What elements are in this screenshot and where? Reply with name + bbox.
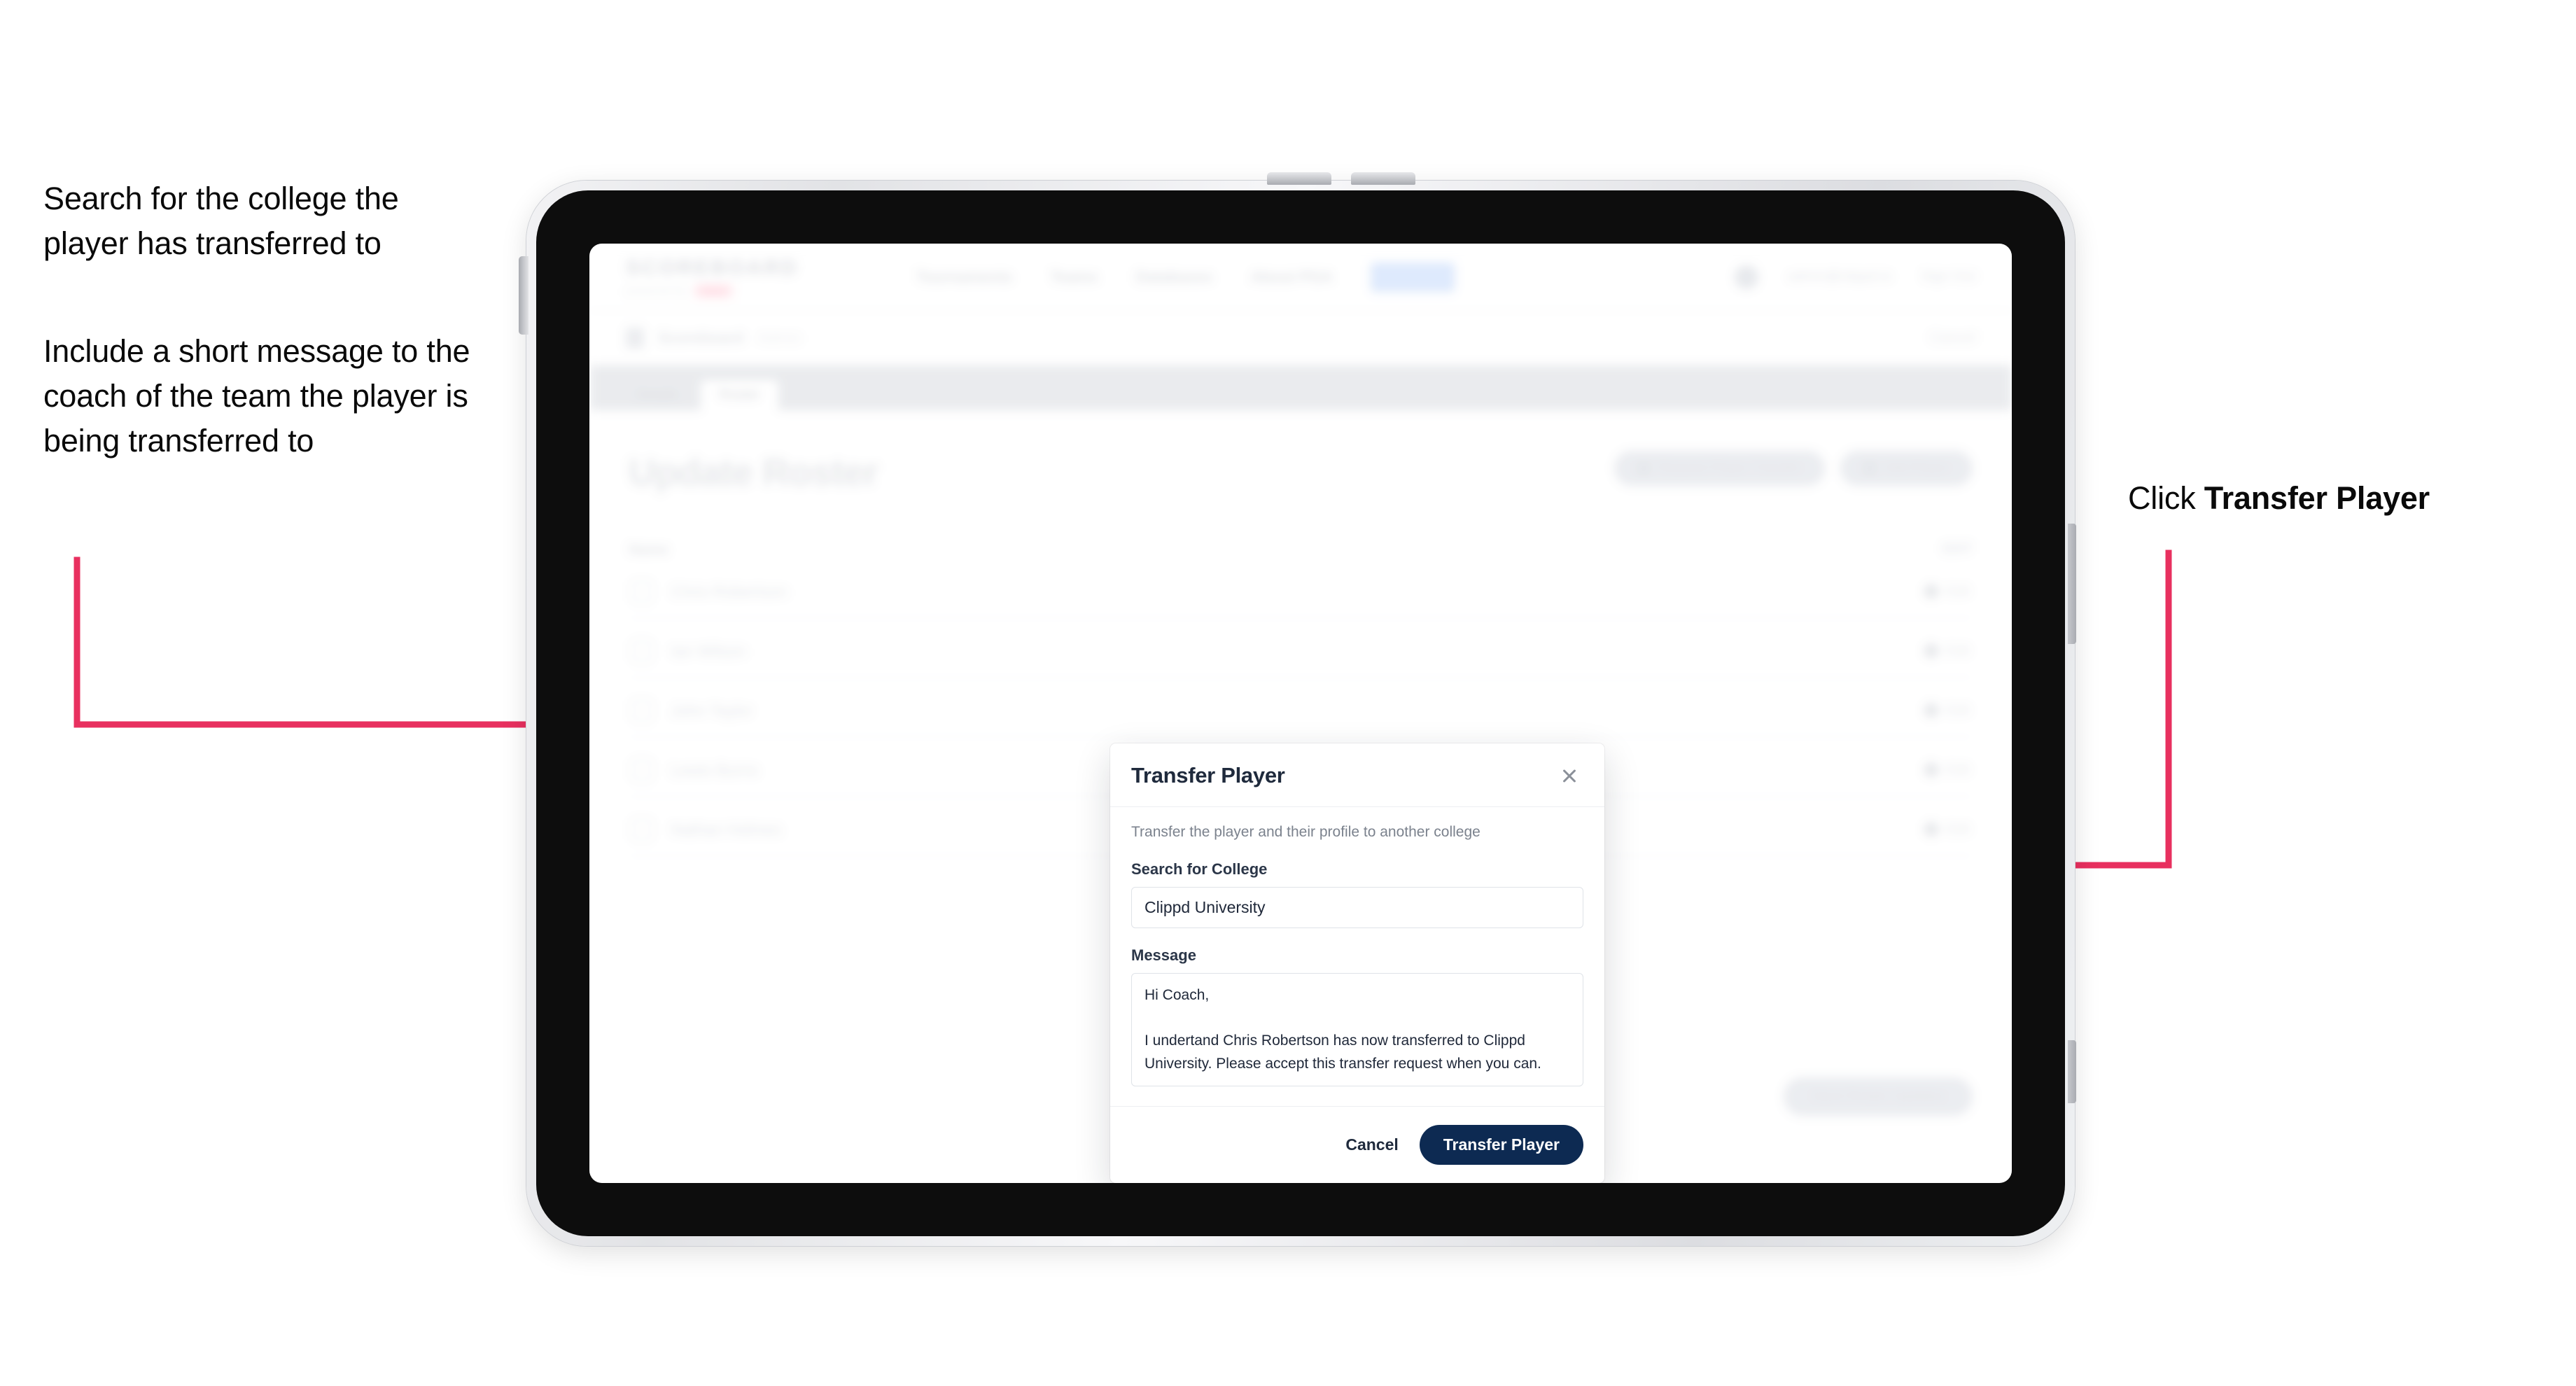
- college-field-label: Search for College: [1131, 860, 1268, 878]
- dialog-title: Transfer Player: [1131, 763, 1285, 788]
- dialog-subtitle: Transfer the player and their profile to…: [1131, 824, 1480, 840]
- dialog-footer: Cancel Transfer Player: [1110, 1106, 1604, 1183]
- tablet-bezel: SCOREBOARD powered by clippd Tournaments…: [536, 190, 2065, 1236]
- transfer-player-button[interactable]: Transfer Player: [1419, 1125, 1583, 1166]
- transfer-player-dialog: Transfer Player Transfer the player and …: [1110, 743, 1604, 1183]
- tablet-screen: SCOREBOARD powered by clippd Tournaments…: [589, 244, 2012, 1183]
- dialog-header: Transfer Player: [1110, 743, 1604, 807]
- screenshot-stage: Search for the college the player has tr…: [0, 0, 2576, 1386]
- message-field-label: Message: [1131, 946, 1196, 964]
- tablet-device-frame: SCOREBOARD powered by clippd Tournaments…: [519, 172, 2076, 1246]
- dialog-body: Transfer the player and their profile to…: [1110, 807, 1604, 1106]
- side-button-lower[interactable]: [2068, 1040, 2076, 1103]
- search-college-input[interactable]: [1131, 887, 1583, 928]
- power-button[interactable]: [519, 256, 528, 335]
- close-icon[interactable]: [1555, 762, 1583, 790]
- cancel-button[interactable]: Cancel: [1345, 1135, 1398, 1154]
- volume-down-button[interactable]: [1351, 172, 1415, 185]
- message-textarea[interactable]: Hi Coach, I undertand Chris Robertson ha…: [1131, 973, 1583, 1087]
- volume-up-button[interactable]: [1267, 172, 1331, 185]
- field-spacer: [1131, 928, 1583, 946]
- side-button-upper[interactable]: [2068, 524, 2076, 644]
